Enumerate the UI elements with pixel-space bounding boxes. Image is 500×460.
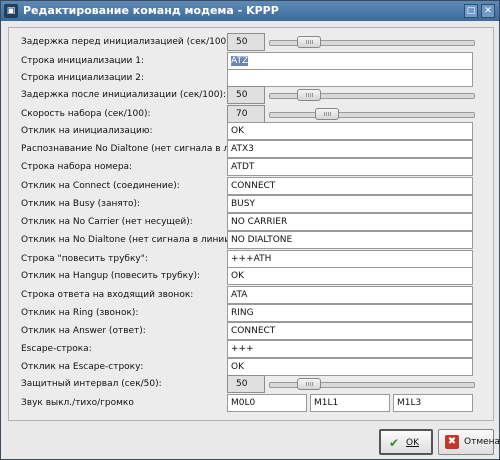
init-delay-value[interactable]: 50 xyxy=(227,33,265,51)
dial-speed-value[interactable]: 70 xyxy=(227,105,265,123)
title-bar[interactable]: ▣ Редактирование команд модема - KPPP □ … xyxy=(1,1,499,21)
ok-button-label: OK xyxy=(406,438,419,448)
dial-speed-label: Скорость набора (сек/100): xyxy=(21,109,151,119)
init-response-input[interactable]: OK xyxy=(227,122,473,140)
hangup-response-label: Отклик на Hangup (повесить трубку): xyxy=(21,271,200,281)
slider-thumb[interactable] xyxy=(297,378,321,390)
nodialtone-detect-input[interactable]: ATX3 xyxy=(227,140,473,158)
hangup-response-input[interactable]: OK xyxy=(227,267,473,285)
window-title: Редактирование команд модема - KPPP xyxy=(23,4,279,17)
post-init-delay-value[interactable]: 50 xyxy=(227,86,265,104)
busy-response-input[interactable]: BUSY xyxy=(227,195,473,213)
maximize-icon[interactable]: □ xyxy=(464,4,478,18)
escape-string-input[interactable]: +++ xyxy=(227,340,473,358)
hangup-string-input[interactable]: +++ATH xyxy=(227,250,473,268)
nodialtone-detect-label: Распознавание No Dialtone (нет сигнала в… xyxy=(21,144,260,154)
volume-low-input[interactable]: M1L1 xyxy=(310,394,390,412)
init2-label: Строка инициализации 2: xyxy=(21,73,144,83)
init2-input[interactable] xyxy=(227,69,473,87)
dial-string-label: Строка набора номера: xyxy=(21,162,133,172)
init-response-label: Отклик на инициализацию: xyxy=(21,126,153,136)
init-delay-slider[interactable] xyxy=(269,36,475,48)
nodialtone-response-label: Отклик на No Dialtone (нет сигнала в лин… xyxy=(21,235,234,245)
nocarrier-response-input[interactable]: NO CARRIER xyxy=(227,213,473,231)
guard-time-slider[interactable] xyxy=(269,378,475,390)
window-menu-icon[interactable]: ▣ xyxy=(4,4,18,18)
ring-response-input[interactable]: RING xyxy=(227,304,473,322)
escape-response-input[interactable]: OK xyxy=(227,358,473,376)
cancel-button-label: Отмена xyxy=(464,437,500,447)
escape-string-label: Escape-строка: xyxy=(21,344,92,354)
guard-time-value[interactable]: 50 xyxy=(227,375,265,393)
modem-commands-dialog: ▣ Редактирование команд модема - KPPP □ … xyxy=(0,0,500,460)
init1-input[interactable]: ATZ xyxy=(227,52,473,70)
dial-string-input[interactable]: ATDT xyxy=(227,158,473,176)
answer-string-input[interactable]: ATA xyxy=(227,286,473,304)
volume-label: Звук выкл./тихо/громко xyxy=(21,398,134,408)
slider-thumb[interactable] xyxy=(315,108,339,120)
close-icon[interactable]: ✕ xyxy=(481,4,495,18)
nocarrier-response-label: Отклик на No Carrier (нет несущей): xyxy=(21,217,193,227)
cancel-x-icon: ✖ xyxy=(445,435,459,449)
connect-response-input[interactable]: CONNECT xyxy=(227,177,473,195)
volume-high-input[interactable]: M1L3 xyxy=(393,394,473,412)
post-init-delay-slider[interactable] xyxy=(269,89,475,101)
cancel-button[interactable]: ✖ Отмена xyxy=(438,429,500,455)
volume-off-input[interactable]: M0L0 xyxy=(227,394,307,412)
answer-string-label: Строка ответа на входящий звонок: xyxy=(21,290,194,300)
ring-response-label: Отклик на Ring (звонок): xyxy=(21,308,139,318)
dial-speed-slider[interactable] xyxy=(269,108,475,120)
init-delay-label: Задержка перед инициализацией (сек/100): xyxy=(21,37,233,47)
busy-response-label: Отклик на Busy (занято): xyxy=(21,199,141,209)
answer-response-label: Отклик на Answer (ответ): xyxy=(21,326,146,336)
slider-thumb[interactable] xyxy=(297,36,321,48)
escape-response-label: Отклик на Escape-строку: xyxy=(21,362,144,372)
nodialtone-response-input[interactable]: NO DIALTONE xyxy=(227,231,473,249)
hangup-string-label: Строка "повесить трубку": xyxy=(21,254,148,264)
connect-response-label: Отклик на Connect (соединение): xyxy=(21,181,180,191)
answer-response-input[interactable]: CONNECT xyxy=(227,322,473,340)
checkmark-icon: ✔ xyxy=(388,436,400,450)
slider-thumb[interactable] xyxy=(297,89,321,101)
post-init-delay-label: Задержка после инициализации (сек/100): xyxy=(21,90,227,100)
ok-button[interactable]: ✔ OK xyxy=(379,429,433,455)
guard-time-label: Защитный интервал (сек/50): xyxy=(21,379,162,389)
init1-label: Строка инициализации 1: xyxy=(21,56,144,66)
